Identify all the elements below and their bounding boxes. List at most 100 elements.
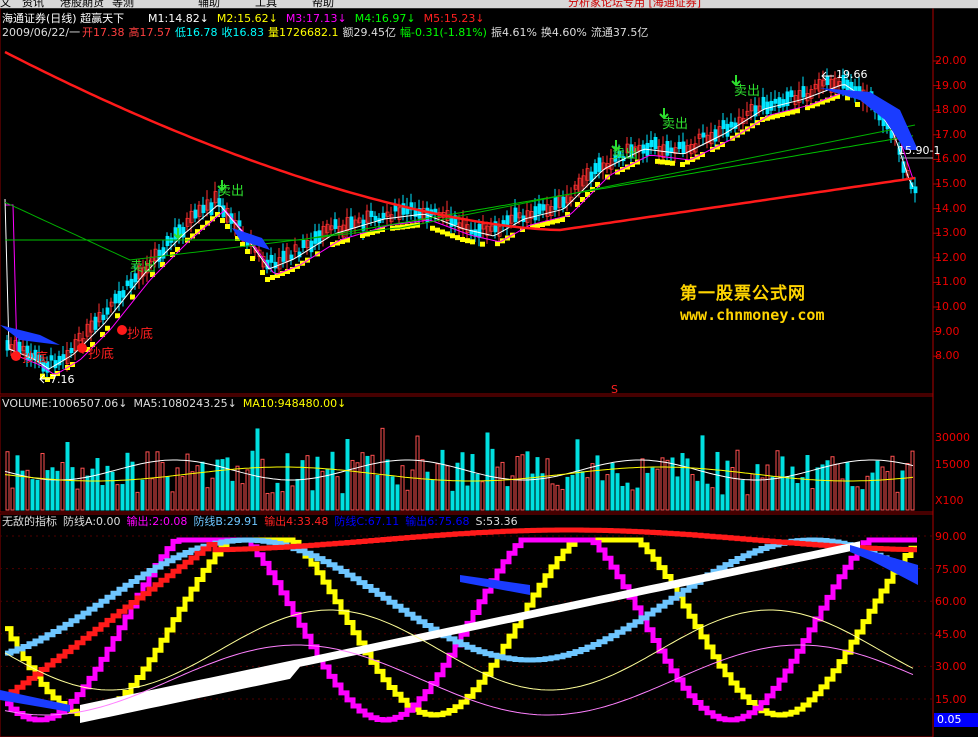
volume-bar [835,463,840,511]
volume-bar [165,476,170,511]
volume-bar [800,477,805,511]
candle-body [665,141,670,156]
volume-bar [175,467,180,511]
menu-item-hk-futures[interactable]: 港股期货 [60,0,104,8]
trend-ribbon-step [455,235,460,241]
menu-bar: 文 资讯 港股期货 等测 辅助 工具 帮助 分析家论坛专用 [海通证券] [0,0,978,8]
volume-bar [735,449,740,511]
candle-body [121,290,126,298]
indicator-field-0: 无敌的指标 [2,515,57,528]
sell-signal-3: 卖出 [612,147,639,162]
trend-ribbon-step [245,249,250,254]
volume-bar [900,470,905,511]
trend-ribbon-step [660,159,665,165]
volume-bar [355,462,360,511]
volume-bar [575,439,580,511]
watermark-url: www.chnmoney.com [680,306,825,324]
volume-bar [385,459,390,511]
candle-body [129,278,134,289]
price-tick-5: 15.00 [935,177,967,190]
volume-tick-1: 15000 [935,458,970,471]
volume-bar [100,485,105,511]
volume-bar [500,461,505,511]
candle-body [677,141,682,149]
volume-bar [860,489,865,511]
volume-bar [135,491,140,511]
volume-bar [780,456,785,511]
volume-bar [570,474,575,511]
candle-body [217,198,222,207]
volume-bar [585,477,590,511]
volume-bar [905,462,910,511]
high-label: 19.66 [836,68,868,81]
volume-bar [270,492,275,511]
price-tick-3: 17.00 [935,127,967,141]
candle-body [789,90,794,98]
volume-bar [250,450,255,511]
volume-bar [50,467,55,511]
volume-bar [405,489,410,511]
volume-bar [445,465,450,511]
volume-bar [380,427,385,511]
redacted-bar [262,366,546,392]
candle-body [597,157,602,172]
volume-bar [630,489,635,511]
menu-item-tools[interactable]: 工具 [255,0,277,8]
volume-bar [15,455,20,511]
volume-field-2: MA10:948480.00↓ [242,397,347,410]
volume-bar [185,453,190,511]
indicator-field-3: 防线B:29.91 [193,515,259,528]
price-tick-0: 20.00 [935,54,967,67]
menu-item-help[interactable]: 帮助 [312,0,334,8]
volume-bar [485,432,490,511]
candle-body [117,290,122,304]
candle-body [393,205,398,212]
candle-body [349,216,354,230]
candle-body [17,341,22,354]
volume-bar [75,488,80,511]
volume-bar [425,471,430,511]
volume-bar [745,494,750,511]
trend-ribbon-step [115,313,120,319]
candle-body [781,99,786,107]
volume-bar [625,482,630,511]
volume-bar [360,452,365,511]
volume-bar [750,473,755,511]
volume-bar [490,448,495,511]
volume-bar [840,478,845,511]
volume-bar [345,439,350,511]
watermark-title: 第一股票公式网 [680,284,806,304]
quote-field-5: 额29.45亿 [342,26,397,39]
buy-signal-1: 抄底 [22,351,49,366]
menu-item-file[interactable]: 文 [0,0,11,8]
volume-tick-0: 30000 [935,431,970,444]
volume-bar [690,473,695,511]
candle-body [729,121,734,128]
buy-dot [117,325,127,335]
candle-body [553,196,558,210]
quote-field-4: 量1726682.1 [268,26,339,39]
indicator-field-4: 输出4:33.48 [264,515,329,528]
volume-bar [280,491,285,511]
menu-item-test[interactable]: 等测 [112,0,134,8]
volume-bar [340,493,345,511]
candle-body [201,204,206,214]
volume-bar [190,471,195,511]
menu-item-assist[interactable]: 辅助 [198,0,220,8]
trend-ribbon-step [220,218,225,223]
candle-body [649,140,654,148]
volume-bar [110,471,115,511]
candle-body [381,212,386,219]
trend-ribbon-step [445,231,450,237]
indicator-tick-3: 45.00 [935,627,967,641]
volume-bar [885,471,890,511]
volume-bar [255,428,260,511]
price-tick-8: 12.00 [935,250,967,264]
menu-item-news[interactable]: 资讯 [22,0,44,8]
indicator-tick-2: 60.00 [935,595,967,609]
ma5-line [4,50,916,232]
volume-bar [230,480,235,511]
volume-bar [145,451,150,511]
volume-bar [790,466,795,511]
trend-ribbon-step [440,229,445,235]
